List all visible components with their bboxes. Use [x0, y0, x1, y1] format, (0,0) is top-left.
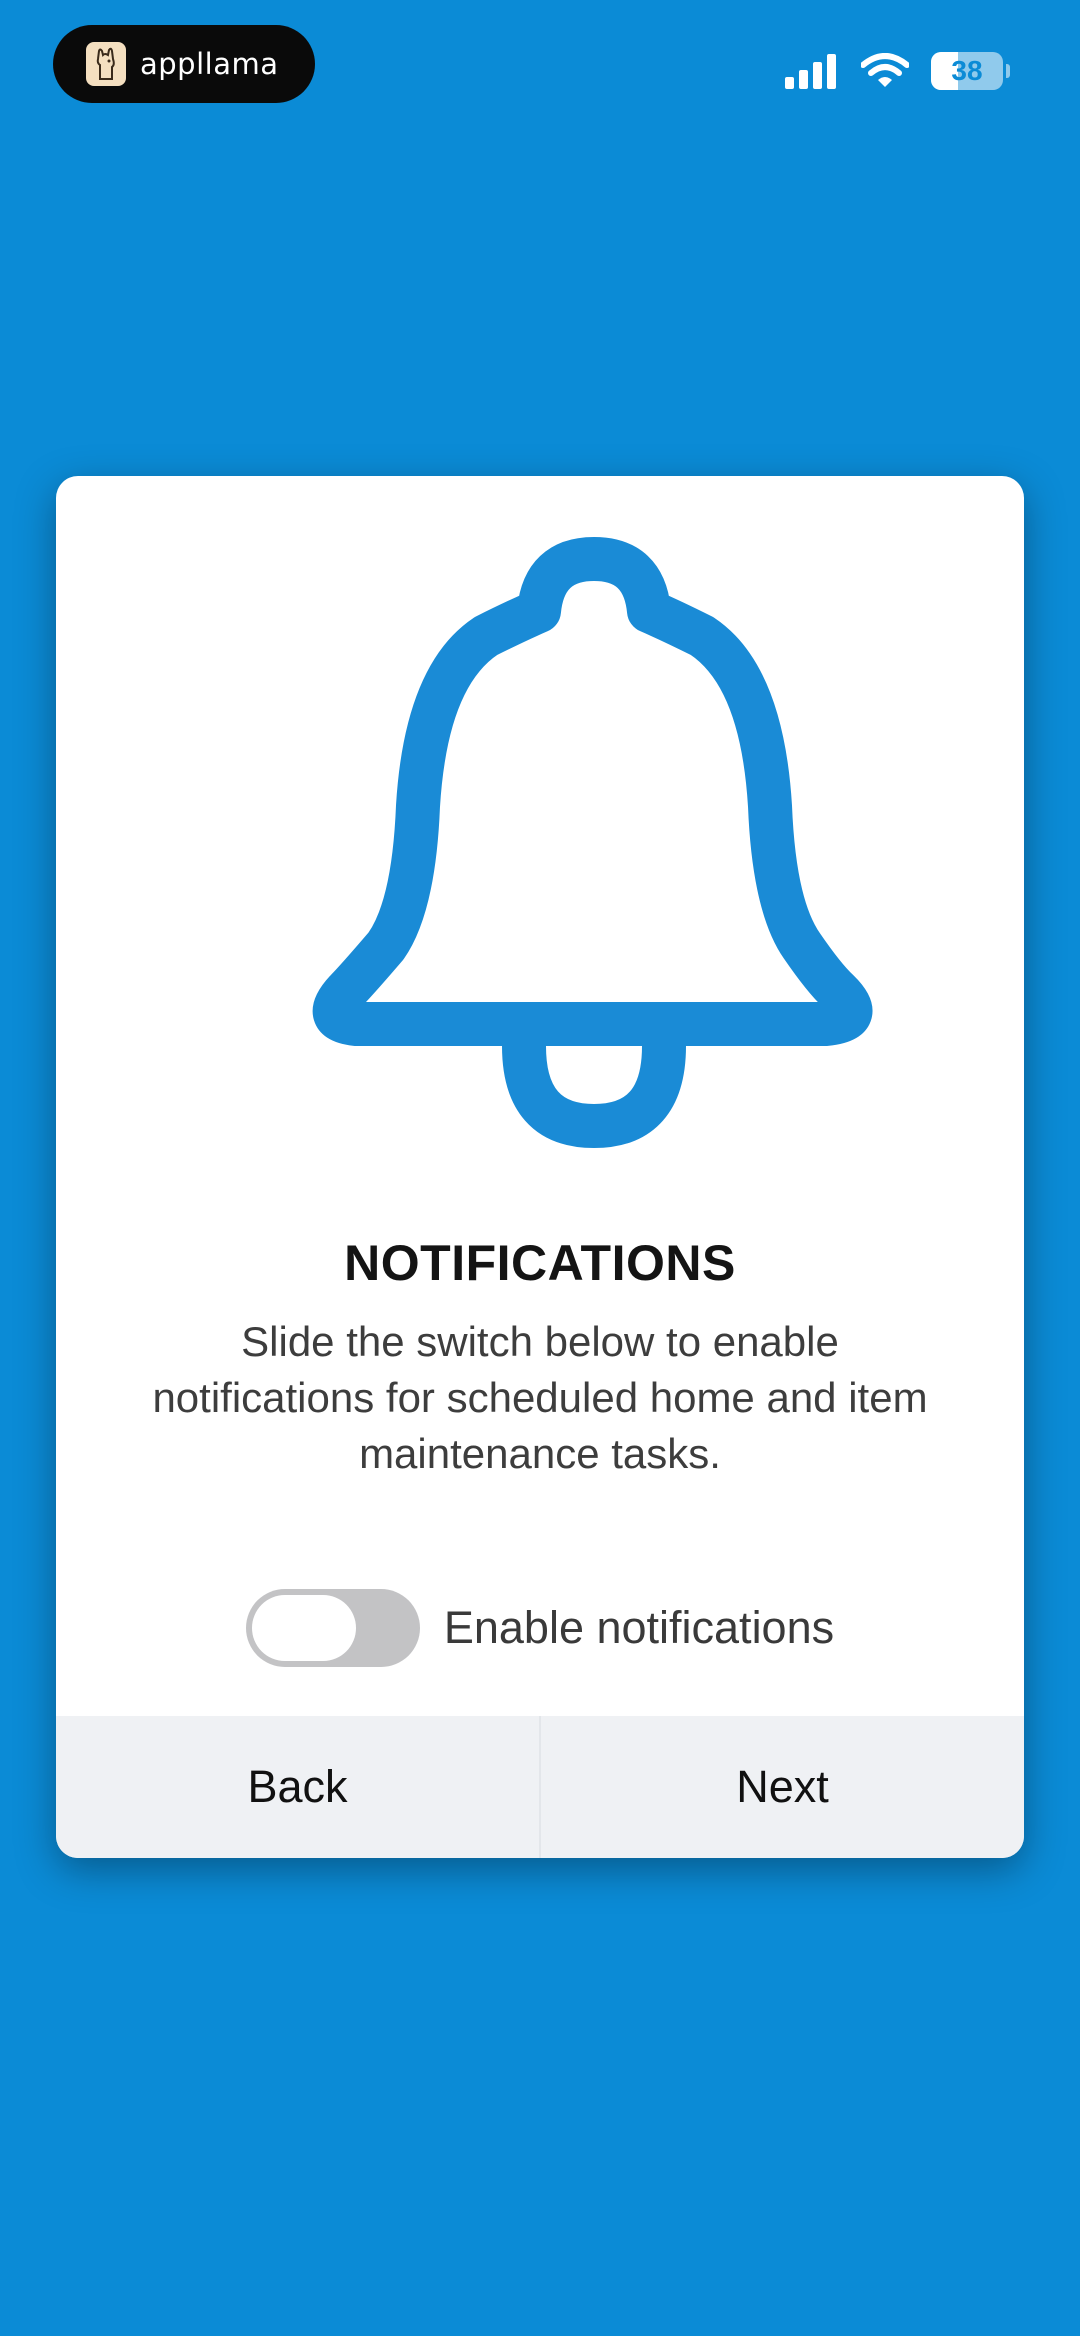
llama-logo-icon [86, 42, 126, 86]
battery-icon: 38 [931, 52, 1003, 90]
back-button[interactable]: Back [56, 1716, 541, 1858]
description-text: Slide the switch below to enable notific… [152, 1318, 928, 1477]
toggle-label: Enable notifications [443, 1602, 835, 1653]
wifi-icon [861, 53, 909, 87]
toggle-knob[interactable] [251, 1595, 356, 1661]
signal-icon [785, 54, 836, 89]
app-badge: appllama [53, 25, 315, 103]
navigation-bar: Back Next [56, 1716, 1024, 1858]
app-name: appllama [140, 47, 279, 81]
bell-icon [312, 537, 873, 1149]
next-button[interactable]: Next [541, 1716, 1024, 1858]
notifications-toggle-row: Enable notifications [56, 1588, 1024, 1668]
enable-notifications-toggle[interactable] [245, 1589, 420, 1667]
battery-cap [1006, 64, 1010, 78]
battery-level: 38 [951, 55, 983, 86]
status-icons: 38 [785, 50, 1010, 92]
page-title: NOTIFICATIONS [344, 1235, 736, 1291]
status-bar: appllama 38 [0, 0, 1080, 140]
onboarding-card: NOTIFICATIONS Slide the switch below to … [56, 476, 1024, 1858]
